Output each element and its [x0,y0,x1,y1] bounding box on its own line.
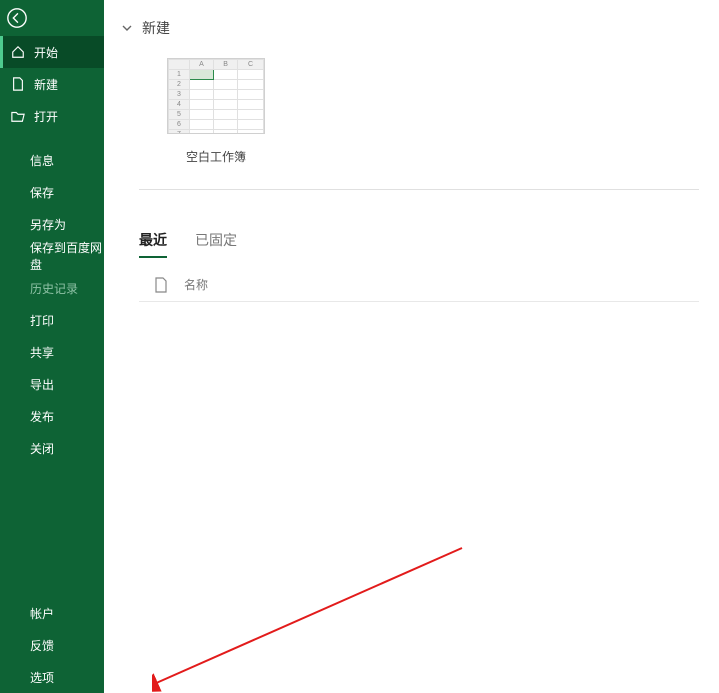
nav-label: 导出 [30,376,54,393]
back-arrow-icon [6,7,28,29]
sidebar-item-account[interactable]: 帐户 [0,597,104,629]
nav-label: 选项 [30,669,54,686]
list-header: 名称 [104,258,719,301]
sidebar-item-home[interactable]: 开始 [0,36,104,68]
nav-label: 保存到百度网盘 [30,239,104,273]
template-thumbnail: ABC 1 2 3 4 5 6 7 [167,58,265,134]
sidebar-item-close[interactable]: 关闭 [0,432,104,464]
tab-pinned[interactable]: 已固定 [195,230,237,258]
sidebar-item-print[interactable]: 打印 [0,304,104,336]
sidebar-item-saveas[interactable]: 另存为 [0,208,104,240]
nav-label: 发布 [30,408,54,425]
nav-label: 共享 [30,344,54,361]
column-name: 名称 [184,276,208,293]
recent-tabs: 最近 已固定 [104,190,719,258]
chevron-down-icon [122,23,134,33]
back-button[interactable] [0,0,104,36]
backstage-sidebar: 开始 新建 打开 信息 保存 另存为 保存到百度网盘 历史记录 打印 共享 导出… [0,0,104,693]
red-arrow-annotation [152,546,472,693]
sidebar-item-open[interactable]: 打开 [0,100,104,132]
main-content: 新建 ABC 1 2 3 4 5 6 7 空白工作簿 最近 已固定 [104,0,719,693]
sidebar-item-share[interactable]: 共享 [0,336,104,368]
sidebar-item-publish[interactable]: 发布 [0,400,104,432]
home-icon [10,44,26,60]
nav-label: 历史记录 [30,280,78,297]
nav-label: 打开 [34,108,58,125]
sidebar-item-options[interactable]: 选项 [0,661,104,693]
nav-label: 新建 [34,76,58,93]
file-icon [154,277,170,293]
divider [139,301,699,302]
sidebar-item-save-baidu[interactable]: 保存到百度网盘 [0,240,104,272]
sidebar-item-save[interactable]: 保存 [0,176,104,208]
sidebar-item-export[interactable]: 导出 [0,368,104,400]
section-title: 新建 [142,18,170,38]
new-section-header[interactable]: 新建 [104,0,719,38]
nav-label: 反馈 [30,637,54,654]
template-label: 空白工作簿 [156,148,276,165]
sidebar-item-feedback[interactable]: 反馈 [0,629,104,661]
nav-label: 开始 [34,44,58,61]
templates-row: ABC 1 2 3 4 5 6 7 空白工作簿 [104,38,719,189]
nav-label: 保存 [30,184,54,201]
nav-label: 打印 [30,312,54,329]
nav-label: 关闭 [30,440,54,457]
sidebar-item-new[interactable]: 新建 [0,68,104,100]
nav-label: 帐户 [30,605,54,622]
sidebar-item-info[interactable]: 信息 [0,144,104,176]
nav-label: 信息 [30,152,54,169]
sidebar-item-history: 历史记录 [0,272,104,304]
template-blank-workbook[interactable]: ABC 1 2 3 4 5 6 7 空白工作簿 [156,58,276,165]
tab-recent[interactable]: 最近 [139,230,167,258]
nav-label: 另存为 [30,216,66,233]
folder-open-icon [10,108,26,124]
file-icon [10,76,26,92]
